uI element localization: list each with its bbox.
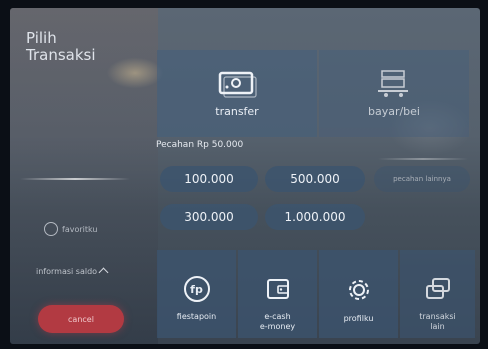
chevron-up-icon <box>98 267 109 278</box>
transfer-tile[interactable]: transfer <box>157 50 317 137</box>
cancel-label: cancel <box>68 314 94 324</box>
profilku-label: profilku <box>343 314 374 323</box>
fiestapoin-label: fiestapoin <box>176 312 217 321</box>
profilku-tile[interactable]: profilku <box>319 250 398 338</box>
title-line-1: Pilih <box>26 29 57 47</box>
shopping-cart-icon <box>378 70 408 97</box>
fiestapoin-tile[interactable]: fp fiestapoin <box>157 250 236 338</box>
amount-500000-button[interactable]: 500.000 <box>265 166 365 192</box>
amount-100000-button[interactable]: 100.000 <box>160 166 258 192</box>
light-streak <box>20 178 130 180</box>
atm-screen: Pilih Transaksi favoritku informasi sald… <box>10 8 480 344</box>
light-streak <box>378 158 468 160</box>
ecash-label-line-1: e-cash <box>264 312 291 321</box>
amount-300000-button[interactable]: 300.000 <box>160 204 258 230</box>
favorite-label: favoritku <box>62 224 98 234</box>
page-title: Pilih Transaksi <box>26 30 136 64</box>
title-line-2: Transaksi <box>26 46 96 64</box>
cancel-button[interactable]: cancel <box>38 305 124 333</box>
transaksi-lain-tile[interactable]: transaksi lain <box>400 250 475 338</box>
transfer-label: transfer <box>215 105 259 118</box>
bayar-beli-label: bayar/bei <box>367 105 420 118</box>
gear-icon <box>348 280 369 300</box>
bayar-beli-tile[interactable]: bayar/bei <box>319 50 469 137</box>
other-amount-label: pecahan lainnya <box>393 175 451 183</box>
transaksi-lain-line-2: lain <box>430 322 445 331</box>
ecash-label-line-2: e-money <box>259 322 296 331</box>
ecash-tile[interactable]: e-cash e-money <box>238 250 317 338</box>
ecash-label: e-cash e-money <box>260 312 295 332</box>
amount-label: 100.000 <box>184 172 234 186</box>
favorite-icon <box>44 222 58 236</box>
amount-label: 500.000 <box>290 172 340 186</box>
amount-1000000-button[interactable]: 1.000.000 <box>265 204 365 230</box>
amount-label: 300.000 <box>184 210 234 224</box>
transaksi-lain-line-1: transaksi <box>419 312 456 321</box>
denomination-heading: Pecahan Rp 50.000 <box>156 140 244 150</box>
wallet-icon <box>266 279 289 299</box>
banknote-icon <box>218 71 257 98</box>
transaksi-lain-label: transaksi lain <box>419 312 456 332</box>
amount-label: 1.000.000 <box>284 210 346 224</box>
fiestapoin-icon: fp <box>183 276 210 302</box>
info-saldo-toggle[interactable]: informasi saldo <box>36 266 109 278</box>
other-amount-button[interactable]: pecahan lainnya <box>374 166 470 192</box>
favorite-button[interactable]: favoritku <box>44 222 97 236</box>
info-saldo-label: informasi saldo <box>36 266 98 276</box>
transaction-icon <box>425 278 450 299</box>
